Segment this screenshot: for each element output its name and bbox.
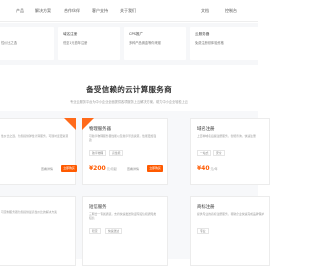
card-desc: 可独享物理服务器性能以及独享带宽资源，性能更加强劲 <box>89 134 157 142</box>
buy-button[interactable]: 立即购买 <box>147 165 163 172</box>
promo-title: 云服务器 <box>195 32 210 36</box>
nav-item-products[interactable]: 产品 <box>16 8 24 14</box>
card-desc: 提供专业的商标注册服务，帮助企业快速完成品牌保护 <box>197 212 265 216</box>
card-detail-link[interactable]: 查看详情 <box>127 167 139 171</box>
promo-subtitle: 低至1元首年注册 <box>63 41 88 45</box>
hot-badge <box>64 118 76 130</box>
buy-button[interactable]: 立即购买 <box>61 165 77 172</box>
card-desc: 可定制服务器为您提供最高性价比的解决方案 <box>1 210 57 214</box>
product-card[interactable]: 可定制服务器为您提供最高性价比的解决方案 <box>0 196 76 266</box>
price-value: ¥40 <box>197 165 210 172</box>
card-desc: 上百种域名后缀注册服务，智能查询，快速注册 <box>197 134 256 138</box>
card-tag: 快速送达 <box>105 228 123 234</box>
product-card[interactable]: 域名注册 上百种域名后缀注册服务，智能查询，快速注册 一站式 安全 ¥40元/年 <box>190 118 270 185</box>
card-tag: 安全 <box>213 150 225 156</box>
nav-item-docs[interactable]: 文档 <box>201 8 209 14</box>
promo-card-1[interactable]: 性价比之选 <box>0 27 54 60</box>
section-title: 备受信赖的云计算服务商 <box>86 85 172 94</box>
card-price: ¥200元/月起 <box>89 165 117 172</box>
nav-item-support[interactable]: 客户支持 <box>92 8 108 14</box>
card-title: 物理服务器 <box>89 127 111 132</box>
card-title: 短信服务 <box>89 205 107 210</box>
card-tag: 稳定 <box>89 228 101 234</box>
nav-item-partners[interactable]: 合作伙伴 <box>64 8 80 14</box>
nav-item-console[interactable]: 控制台 <box>225 8 237 14</box>
product-card[interactable]: 商标注册 提供专业的商标注册服务，帮助企业快速完成品牌保护 专业 <box>190 196 270 266</box>
product-card[interactable]: 性价比之选，为您提供弹性计算服务，可随时变更资源 查看详情 立即购买 <box>0 118 77 185</box>
card-detail-link[interactable]: 查看详情 <box>41 167 53 171</box>
promo-subtitle: 性价比之选 <box>1 41 17 45</box>
card-desc: 性价比之选，为您提供弹性计算服务，可随时变更资源 <box>1 134 69 138</box>
product-card[interactable]: 物理服务器 可独享物理服务器性能以及独享带宽资源，性能更加强劲 独享物理 高性能… <box>82 118 168 185</box>
promo-card-4[interactable]: 云服务器 免费注册领体验资格 <box>190 27 262 60</box>
promo-title: CPS推广 <box>129 32 144 36</box>
card-price: ¥40元/年 <box>197 165 218 172</box>
card-title: 域名注册 <box>197 127 215 132</box>
promo-title: 域名注册 <box>63 32 78 36</box>
section-subtitle: 专业云服务平台为中小企业全面提供各项服务上云解决方案，助力中小企业轻松上云 <box>70 100 188 104</box>
promo-card-2[interactable]: 域名注册 低至1元首年注册 <box>58 27 120 60</box>
card-tag: 专业 <box>197 228 209 234</box>
card-tag: 高性能 <box>109 150 124 156</box>
nav-item-solutions[interactable]: 解决方案 <box>35 8 51 14</box>
top-nav: 产品 解决方案 合作伙伴 客户支持 关于我们 文档 控制台 <box>0 0 258 22</box>
card-tag: 独享物理 <box>89 150 107 156</box>
promo-subtitle: 多种产品佣金等你来赚 <box>129 41 161 45</box>
card-title: 商标注册 <box>197 205 215 210</box>
promo-subtitle: 免费注册领体验资格 <box>195 41 224 45</box>
product-card[interactable]: 短信服务 三网合一专属通道，支持快速发送验证码短信和通知类短信 稳定 快速送达 <box>82 196 168 266</box>
price-value: ¥200 <box>89 165 106 172</box>
card-desc: 三网合一专属通道，支持快速发送验证码短信和通知类短信 <box>89 212 157 220</box>
card-tag: 一站式 <box>197 150 212 156</box>
nav-item-about[interactable]: 关于我们 <box>120 8 136 14</box>
promo-card-3[interactable]: CPS推广 多种产品佣金等你来赚 <box>124 27 186 60</box>
price-unit: 元/月起 <box>106 167 117 171</box>
price-unit: 元/年 <box>210 167 218 171</box>
